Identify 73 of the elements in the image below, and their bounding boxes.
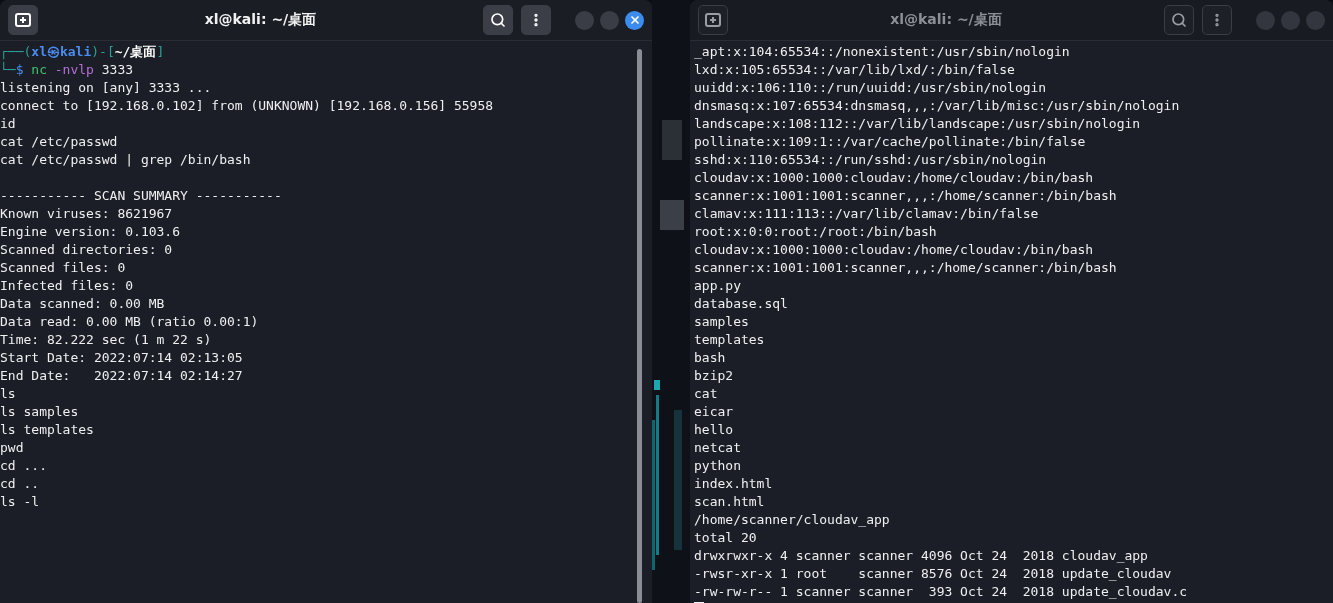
terminal-line: Data read: 0.00 MB (ratio 0.00:1) [0,313,260,331]
new-tab-button[interactable] [698,5,728,35]
terminal-line: hello [694,421,735,439]
terminal-line: cat /etc/passwd [0,133,119,151]
terminal-line: ls [0,385,17,403]
new-tab-icon [705,13,721,27]
terminal-line: ls samples [0,403,80,421]
terminal-line: connect to [192.168.0.102] from (UNKNOWN) [192.168.0.156] 55958 [0,97,495,115]
terminal-line: templates [694,331,766,349]
terminal-line: root:x:0:0:root:/root:/bin/bash [694,223,938,241]
terminal-line: drwxrwxr-x 4 scanner scanner 4096 Oct 24 2018 cloudav_app [694,547,1149,565]
terminal-line: samples [694,313,750,331]
window-title: xl@kali: ~/桌面 [889,11,1003,29]
terminal-line: End Date: 2022:07:14 02:14:27 [0,367,244,385]
window-title: xl@kali: ~/桌面 [203,11,318,29]
terminal-line: sshd:x:110:65534::/run/sshd:/usr/sbin/nologin [694,151,1048,169]
terminal-line: /home/scanner/cloudav_app [694,511,891,529]
terminal-line: _apt:x:104:65534::/nonexistent:/usr/sbin/nologin [694,43,1071,61]
terminal-line: uuidd:x:106:110::/run/uuidd:/usr/sbin/nologin [694,79,1048,97]
search-button[interactable] [483,5,513,35]
terminal-line: Infected files: 0 [0,277,135,295]
terminal-line: Known viruses: 8621967 [0,205,174,223]
scrollbar[interactable] [637,49,642,603]
terminal-line: ls -l [0,493,41,511]
terminal-line: database.sql [694,295,789,313]
terminal-line: cd ... [0,457,48,475]
terminal-line: lxd:x:105:65534::/var/lib/lxd/:/bin/false [694,61,1016,79]
menu-button[interactable] [1202,5,1232,35]
prompt-line: ┌──(xl㉿kali)-[~/桌面] [0,43,166,61]
terminal-line: -rw-rw-r-- 1 scanner scanner 393 Oct 24 2018 update_cloudav.c [694,583,1189,601]
search-icon [490,12,506,28]
terminal-line: ls templates [0,421,95,439]
terminal-line: landscape:x:108:112::/var/lib/landscape:/usr/sbin/nologin [694,115,1142,133]
menu-button[interactable] [521,5,551,35]
search-icon [1171,12,1187,28]
terminal-line: Start Date: 2022:07:14 02:13:05 [0,349,244,367]
terminal-line: Data scanned: 0.00 MB [0,295,166,313]
terminal-line: Engine version: 0.103.6 [0,223,181,241]
terminal-line: scanner:x:1001:1001:scanner,,,:/home/scanner:/bin/bash [694,187,1118,205]
terminal-line: bzip2 [694,367,735,385]
terminal-line: cloudav:x:1000:1000:cloudav:/home/cloudav:/bin/bash [694,169,1095,187]
terminal-line: app.py [694,277,742,295]
terminal-line: pwd [0,439,25,457]
minimize-button[interactable] [575,10,594,30]
terminal-line: cloudav:x:1000:1000:cloudav:/home/cloudav:/bin/bash [694,241,1095,259]
terminal-line: cd .. [0,475,41,493]
terminal-line: cat [694,385,719,403]
terminal-line: eicar [694,403,735,421]
terminal-line: -rwsr-xr-x 1 root scanner 8576 Oct 24 2018 update_cloudav [694,565,1173,583]
terminal-line: ----------- SCAN SUMMARY ----------- [0,187,283,205]
terminal-line: bash [694,349,727,367]
terminal-line: cat /etc/passwd | grep /bin/bash [0,151,252,169]
terminal-line: total 20 [694,529,758,547]
terminal-line: pollinate:x:109:1::/var/cache/pollinate:/bin/false [694,133,1087,151]
terminal-line: listening on [any] 3333 ... [0,79,213,97]
terminal-line: index.html [694,475,774,493]
close-button[interactable] [625,10,644,30]
close-icon [628,14,641,26]
new-tab-icon [15,13,31,27]
terminal-line: Time: 82.222 sec (1 m 22 s) [0,331,213,349]
terminal-line: scanner:x:1001:1001:scanner,,,:/home/scanner:/bin/bash [694,259,1118,277]
search-button[interactable] [1164,5,1194,35]
terminal-line: Scanned directories: 0 [0,241,174,259]
terminal-line: Scanned files: 0 [0,259,127,277]
terminal-line: netcat [694,439,742,457]
terminal-line: clamav:x:111:113::/var/lib/clamav:/bin/false [694,205,1040,223]
terminal-line: python [694,457,742,475]
maximize-button[interactable] [600,10,619,30]
new-tab-button[interactable] [8,5,38,35]
prompt-line: └─$ nc -nvlp 3333 [0,61,135,79]
terminal-line: dnsmasq:x:107:65534:dnsmasq,,,:/var/lib/misc:/usr/sbin/nologin [694,97,1181,115]
terminal-line: scan.html [694,493,766,511]
terminal-line: id [0,115,17,133]
